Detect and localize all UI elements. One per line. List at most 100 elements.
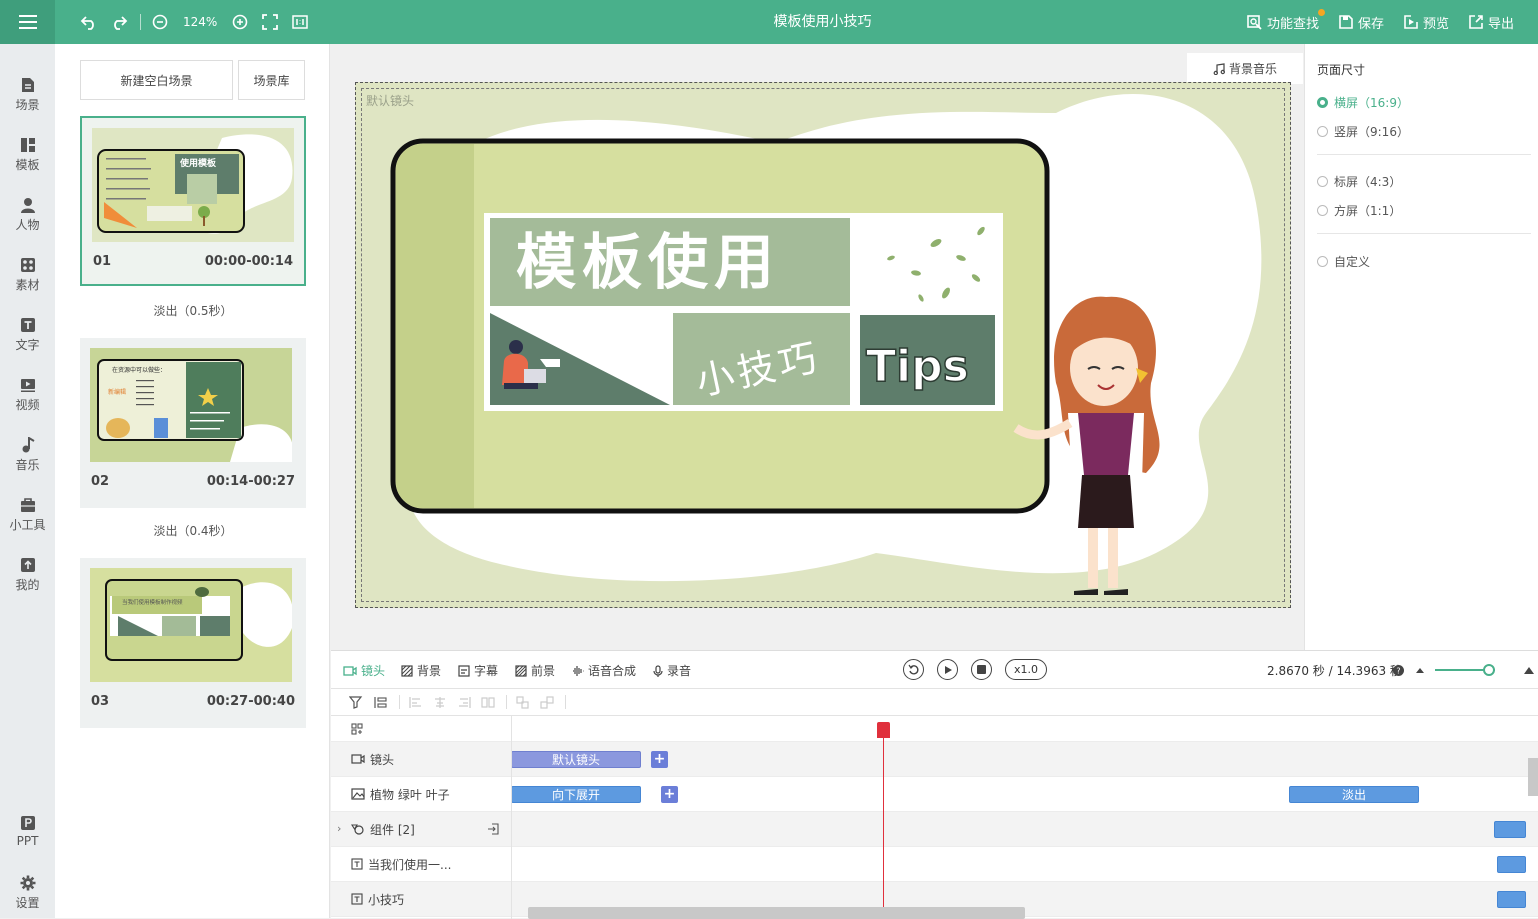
scene-time: 00:00-00:14: [204, 254, 293, 269]
template-icon: [20, 138, 35, 152]
radio-indicator: [1317, 97, 1328, 108]
nav-item-template[interactable]: 模板: [0, 137, 55, 173]
tab-background[interactable]: 背景: [401, 662, 441, 679]
distribute-icon[interactable]: [481, 696, 495, 709]
page-size-option-landscape[interactable]: 横屏（16:9）: [1317, 94, 1409, 111]
playback-speed[interactable]: x1.0: [1005, 659, 1047, 680]
playhead[interactable]: [883, 722, 884, 912]
background-music-button[interactable]: 背景音乐: [1187, 53, 1303, 84]
nav-item-text[interactable]: 文字: [0, 317, 55, 353]
search-icon: [1247, 14, 1262, 30]
nav-item-person[interactable]: 人物: [0, 197, 55, 233]
track-name: 当我们使用一...: [368, 857, 452, 872]
left-nav: 场景 模板 人物 素材 文字 视频 音乐 小工具 我的 PPT 设置: [0, 44, 55, 918]
track-component-group[interactable]: › 组件 [2]: [331, 812, 1538, 847]
tab-record[interactable]: 录音: [653, 662, 691, 679]
nav-item-mine[interactable]: 我的: [0, 557, 55, 593]
subtitle-icon: [458, 664, 470, 677]
preview-label: 预览: [1422, 16, 1449, 32]
clip-partial[interactable]: [1497, 891, 1526, 908]
track-lens[interactable]: 镜头 默认镜头 +: [331, 742, 1538, 777]
scene-library-button[interactable]: 场景库: [238, 60, 305, 100]
page-size-option-square[interactable]: 方屏（1:1）: [1317, 202, 1401, 219]
export-button[interactable]: 导出: [1469, 13, 1514, 32]
add-clip-button[interactable]: +: [651, 751, 668, 768]
track-name: 小技巧: [368, 892, 405, 907]
horizontal-scrollbar[interactable]: [528, 907, 1025, 919]
nav-label: 小工具: [9, 518, 46, 532]
vertical-scrollbar[interactable]: [1528, 758, 1538, 796]
scene-card-1[interactable]: 使用模板 01 00:00-00:14: [80, 116, 306, 286]
add-clip-button[interactable]: +: [661, 786, 678, 803]
zoom-out-timeline-icon[interactable]: [1415, 665, 1425, 675]
track-plant-leaves[interactable]: 植物 绿叶 叶子 向下展开 + 淡出: [331, 777, 1538, 812]
sort-icon[interactable]: [373, 696, 387, 709]
preview-button[interactable]: 预览: [1404, 13, 1449, 32]
nav-item-scene[interactable]: 场景: [0, 77, 55, 113]
page-size-option-standard[interactable]: 标屏（4:3）: [1317, 173, 1401, 190]
track-text-1[interactable]: 当我们使用一...: [331, 847, 1538, 882]
nav-item-video[interactable]: 视频: [0, 377, 55, 413]
grid-icon[interactable]: [351, 723, 363, 735]
scene-time: 00:27-00:40: [206, 694, 295, 709]
expand-chevron-icon[interactable]: ›: [337, 822, 341, 835]
feature-search-button[interactable]: 功能查找: [1247, 8, 1325, 32]
top-bar: 124% 模板使用小技巧 功能查找 保存 预览 导出: [0, 0, 1538, 44]
play-button[interactable]: [937, 659, 958, 680]
tab-lens[interactable]: 镜头: [343, 662, 385, 679]
align-center-icon[interactable]: [433, 696, 447, 709]
timeline-ruler[interactable]: [331, 716, 1538, 742]
text-icon: [20, 318, 35, 332]
clip-default-lens[interactable]: 默认镜头: [511, 751, 641, 768]
page-size-title: 页面尺寸: [1317, 63, 1366, 77]
divider: [1317, 233, 1531, 234]
waveform-icon: [573, 665, 584, 676]
scene-card-3[interactable]: 当我们使用模板制作视频 03 00:27-00:40: [80, 558, 306, 728]
help-icon[interactable]: ?: [1393, 665, 1404, 676]
music-icon: [22, 437, 35, 453]
nav-item-toolbox[interactable]: 小工具: [0, 497, 55, 533]
group-tool-icon[interactable]: [516, 696, 530, 709]
nav-item-music[interactable]: 音乐: [0, 437, 55, 473]
scene-transition[interactable]: 淡出（0.5秒）: [80, 302, 306, 319]
page-size-option-portrait[interactable]: 竖屏（9:16）: [1317, 123, 1409, 140]
new-blank-scene-button[interactable]: 新建空白场景: [80, 60, 233, 100]
track-label: 镜头: [351, 742, 394, 776]
clip-fade-out[interactable]: 淡出: [1289, 786, 1419, 803]
heading-text: 模板使用: [516, 228, 780, 298]
align-right-icon[interactable]: [457, 696, 471, 709]
nav-item-ppt[interactable]: PPT: [0, 815, 55, 848]
canvas-area: 背景音乐 默认镜头 模板使用 小技巧 Tips: [331, 44, 1303, 650]
nav-label: 模板: [15, 158, 40, 172]
option-label: 标屏（4:3）: [1334, 175, 1402, 189]
stop-button[interactable]: [971, 659, 992, 680]
tab-subtitle[interactable]: 字幕: [458, 662, 498, 679]
nav-item-settings[interactable]: 设置: [0, 875, 55, 911]
filter-icon[interactable]: [349, 696, 363, 709]
replay-button[interactable]: [903, 659, 924, 680]
export-label: 导出: [1487, 16, 1514, 32]
tab-foreground[interactable]: 前景: [515, 662, 555, 679]
timeline-tabs: 镜头 背景 字幕 前景 语音合成 录音 x1.0 2.8670 秒 / 14.3…: [331, 651, 1538, 689]
slider-handle[interactable]: [1483, 664, 1495, 676]
track-label: 小技巧: [351, 882, 404, 916]
stage-canvas[interactable]: 默认镜头 模板使用 小技巧 Tips: [355, 82, 1291, 608]
clip-partial[interactable]: [1497, 856, 1526, 873]
ungroup-icon[interactable]: [487, 823, 499, 835]
preview-icon: [1404, 15, 1418, 29]
save-button[interactable]: 保存: [1339, 13, 1384, 32]
clip-expand-down[interactable]: 向下展开: [511, 786, 641, 803]
scene-transition[interactable]: 淡出（0.4秒）: [80, 522, 306, 539]
scene-card-2[interactable]: 在资源中可以做些： 新编辑 02 00:14-00:27: [80, 338, 306, 508]
clip-partial[interactable]: [1494, 821, 1526, 838]
align-left-icon[interactable]: [409, 696, 423, 709]
save-label: 保存: [1357, 16, 1384, 32]
ungroup-tool-icon[interactable]: [540, 696, 554, 709]
zoom-in-timeline-icon[interactable]: [1523, 664, 1535, 676]
tab-tts[interactable]: 语音合成: [572, 662, 636, 679]
scene-thumbnail: 使用模板: [92, 128, 294, 242]
page-size-option-custom[interactable]: 自定义: [1317, 253, 1370, 270]
notification-dot: [1317, 8, 1325, 16]
nav-item-material[interactable]: 素材: [0, 257, 55, 293]
nav-label: 设置: [15, 896, 40, 910]
